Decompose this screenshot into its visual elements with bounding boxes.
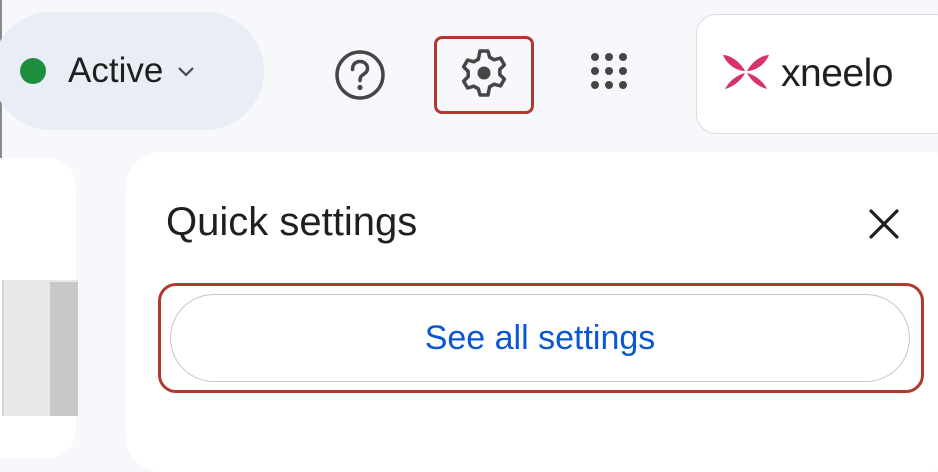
status-label: Active — [68, 51, 164, 90]
see-all-settings-button[interactable]: See all settings — [170, 294, 910, 382]
gear-icon — [456, 45, 512, 106]
top-bar: Active xneelo — [0, 0, 938, 150]
settings-button[interactable] — [434, 36, 534, 114]
scrollbar-thumb[interactable] — [50, 282, 78, 416]
quick-settings-title: Quick settings — [166, 200, 418, 244]
xneelo-logo-icon — [721, 51, 771, 98]
brand-name: xneelo — [781, 52, 893, 95]
status-selector[interactable]: Active — [0, 12, 264, 130]
apps-button[interactable] — [578, 42, 640, 104]
account-switcher[interactable]: xneelo — [696, 14, 938, 134]
chevron-down-icon — [177, 65, 195, 83]
close-button[interactable] — [862, 204, 906, 248]
help-button[interactable] — [327, 44, 393, 110]
apps-grid-icon — [589, 51, 629, 96]
status-dot — [20, 58, 46, 84]
close-icon — [867, 207, 901, 246]
help-circle-icon — [333, 48, 387, 107]
